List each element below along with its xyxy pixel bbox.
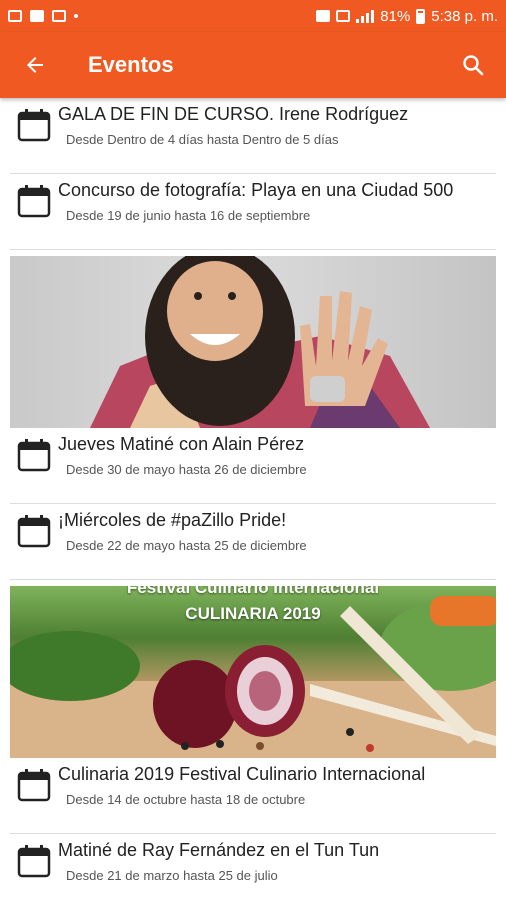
event-item[interactable]: GALA DE FIN DE CURSO. Irene Rodríguez De… [10, 98, 496, 174]
app-bar: Eventos [0, 32, 506, 98]
event-title: ¡Miércoles de #paZillo Pride! [58, 510, 287, 530]
event-dates: Desde 19 de junio hasta 16 de septiembre [66, 208, 311, 223]
calendar-icon [17, 109, 51, 142]
lock-icon [316, 10, 331, 22]
performer-photo [90, 256, 430, 428]
search-button[interactable] [440, 32, 506, 98]
back-button[interactable] [0, 32, 70, 98]
calendar-icon [17, 769, 51, 802]
event-title: Matiné de Ray Fernández en el Tun Tun [58, 840, 380, 860]
calendar-icon [17, 439, 51, 472]
event-dates: Desde 30 de mayo hasta 26 de diciembre [66, 462, 307, 477]
event-banner-image [10, 256, 496, 428]
event-item[interactable]: Jueves Matiné con Alain Pérez Desde 30 d… [10, 250, 496, 504]
calendar-icon [17, 515, 51, 548]
alarm-icon [336, 10, 351, 22]
search-icon [463, 55, 484, 76]
status-system: 81% 5:38 p. m. [316, 8, 498, 25]
event-dates: Desde 22 de mayo hasta 25 de diciembre [66, 538, 307, 553]
event-item[interactable]: Concurso de fotografía: Playa en una Ciu… [10, 174, 496, 250]
page-title: Eventos [88, 52, 174, 77]
clipboard-notification-icon [30, 10, 44, 22]
signal-icon [356, 9, 375, 23]
banner-title: CULINARIA 2019 [185, 604, 321, 623]
calendar-icon [17, 185, 51, 218]
event-title: Jueves Matiné con Alain Pérez [58, 434, 305, 454]
event-title: Concurso de fotografía: Playa en una Ciu… [58, 180, 454, 200]
event-banner-image: Festival Culinario Internacional CULINAR… [10, 586, 496, 758]
event-item[interactable]: ¡Miércoles de #paZillo Pride! Desde 22 d… [10, 504, 496, 580]
flag-notification-icon [52, 10, 66, 22]
clock: 5:38 p. m. [431, 7, 498, 25]
battery-icon [416, 8, 426, 24]
status-notifications [8, 10, 78, 22]
event-item[interactable]: Matiné de Ray Fernández en el Tun Tun De… [10, 834, 496, 900]
battery-percent: 81% [380, 7, 411, 25]
status-bar: 81% 5:38 p. m. [0, 0, 506, 32]
event-title: Culinaria 2019 Festival Culinario Intern… [58, 764, 426, 784]
more-notifications-icon [74, 14, 78, 18]
gallery-notification-icon [8, 10, 22, 22]
event-dates: Desde 21 de marzo hasta 25 de julio [66, 868, 278, 883]
back-arrow-icon [27, 57, 43, 73]
banner-subtitle: Festival Culinario Internacional [126, 586, 380, 597]
event-item[interactable]: Festival Culinario Internacional CULINAR… [10, 580, 496, 834]
event-dates: Desde Dentro de 4 días hasta Dentro de 5… [66, 132, 339, 147]
calendar-icon [17, 845, 51, 878]
events-list: GALA DE FIN DE CURSO. Irene Rodríguez De… [0, 98, 506, 900]
event-title: GALA DE FIN DE CURSO. Irene Rodríguez [58, 104, 409, 124]
event-dates: Desde 14 de octubre hasta 18 de octubre [66, 792, 306, 807]
